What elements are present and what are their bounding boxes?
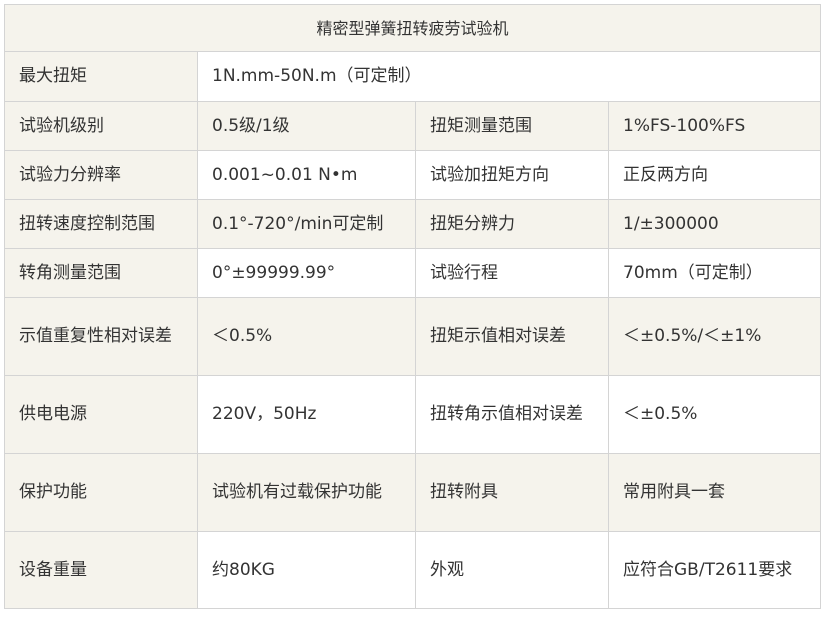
- spec-label: 试验机级别: [4, 101, 198, 151]
- spec-label: 设备重量: [4, 531, 198, 609]
- spec-value: 正反两方向: [607, 150, 822, 200]
- spec-label: 扭矩测量范围: [415, 101, 609, 151]
- table-row: 最大扭矩 1N.mm-50N.m（可定制）: [4, 51, 822, 102]
- spec-value: ＜±0.5%/＜±1%: [607, 297, 822, 376]
- spec-label: 保护功能: [4, 453, 198, 532]
- table-row: 保护功能 试验机有过载保护功能 扭转附具 常用附具一套: [4, 453, 822, 532]
- table-row: 试验力分辨率 0.001~0.01 N•m 试验加扭矩方向 正反两方向: [4, 150, 822, 200]
- spec-value: 1%FS-100%FS: [607, 101, 822, 151]
- table-row: 供电电源 220V，50Hz 扭转角示值相对误差 ＜±0.5%: [4, 375, 822, 454]
- spec-value: 220V，50Hz: [197, 375, 416, 454]
- spec-label: 供电电源: [4, 375, 198, 454]
- spec-label: 转角测量范围: [4, 248, 198, 298]
- spec-value: 0.5级/1级: [197, 101, 416, 151]
- spec-label: 外观: [415, 531, 609, 609]
- table-row: 设备重量 约80KG 外观 应符合GB/T2611要求: [4, 531, 822, 609]
- spec-label: 最大扭矩: [4, 51, 198, 102]
- spec-value: ＜±0.5%: [607, 375, 822, 454]
- spec-value: 70mm（可定制）: [607, 248, 822, 298]
- spec-label: 试验力分辨率: [4, 150, 198, 200]
- spec-label: 扭转角示值相对误差: [415, 375, 609, 454]
- spec-value: 0.1°-720°/min可定制: [197, 199, 416, 249]
- spec-label: 扭矩示值相对误差: [415, 297, 609, 376]
- spec-label: 试验加扭矩方向: [415, 150, 609, 200]
- table-row: 扭转速度控制范围 0.1°-720°/min可定制 扭矩分辨力 1/±30000…: [4, 199, 822, 249]
- table-row: 试验机级别 0.5级/1级 扭矩测量范围 1%FS-100%FS: [4, 101, 822, 151]
- table-title: 精密型弹簧扭转疲劳试验机: [3, 4, 822, 52]
- spec-value: 应符合GB/T2611要求: [607, 531, 822, 609]
- spec-label: 试验行程: [415, 248, 609, 298]
- spec-value: 0°±99999.99°: [197, 248, 416, 298]
- spec-label: 示值重复性相对误差: [4, 297, 198, 376]
- spec-value: 1N.mm-50N.m（可定制）: [196, 51, 822, 102]
- spec-value: 约80KG: [197, 531, 416, 609]
- spec-value: 0.001~0.01 N•m: [197, 150, 416, 200]
- spec-value: ＜0.5%: [197, 297, 416, 376]
- spec-label: 扭转速度控制范围: [4, 199, 198, 249]
- spec-table: 精密型弹簧扭转疲劳试验机 最大扭矩 1N.mm-50N.m（可定制） 试验机级别…: [3, 4, 822, 609]
- table-title-row: 精密型弹簧扭转疲劳试验机: [3, 4, 822, 52]
- spec-value: 试验机有过载保护功能: [197, 453, 416, 532]
- table-row: 示值重复性相对误差 ＜0.5% 扭矩示值相对误差 ＜±0.5%/＜±1%: [4, 297, 822, 376]
- spec-label: 扭转附具: [415, 453, 609, 532]
- spec-value: 1/±300000: [607, 199, 822, 249]
- table-row: 转角测量范围 0°±99999.99° 试验行程 70mm（可定制）: [4, 248, 822, 298]
- spec-label: 扭矩分辨力: [415, 199, 609, 249]
- spec-value: 常用附具一套: [607, 453, 822, 532]
